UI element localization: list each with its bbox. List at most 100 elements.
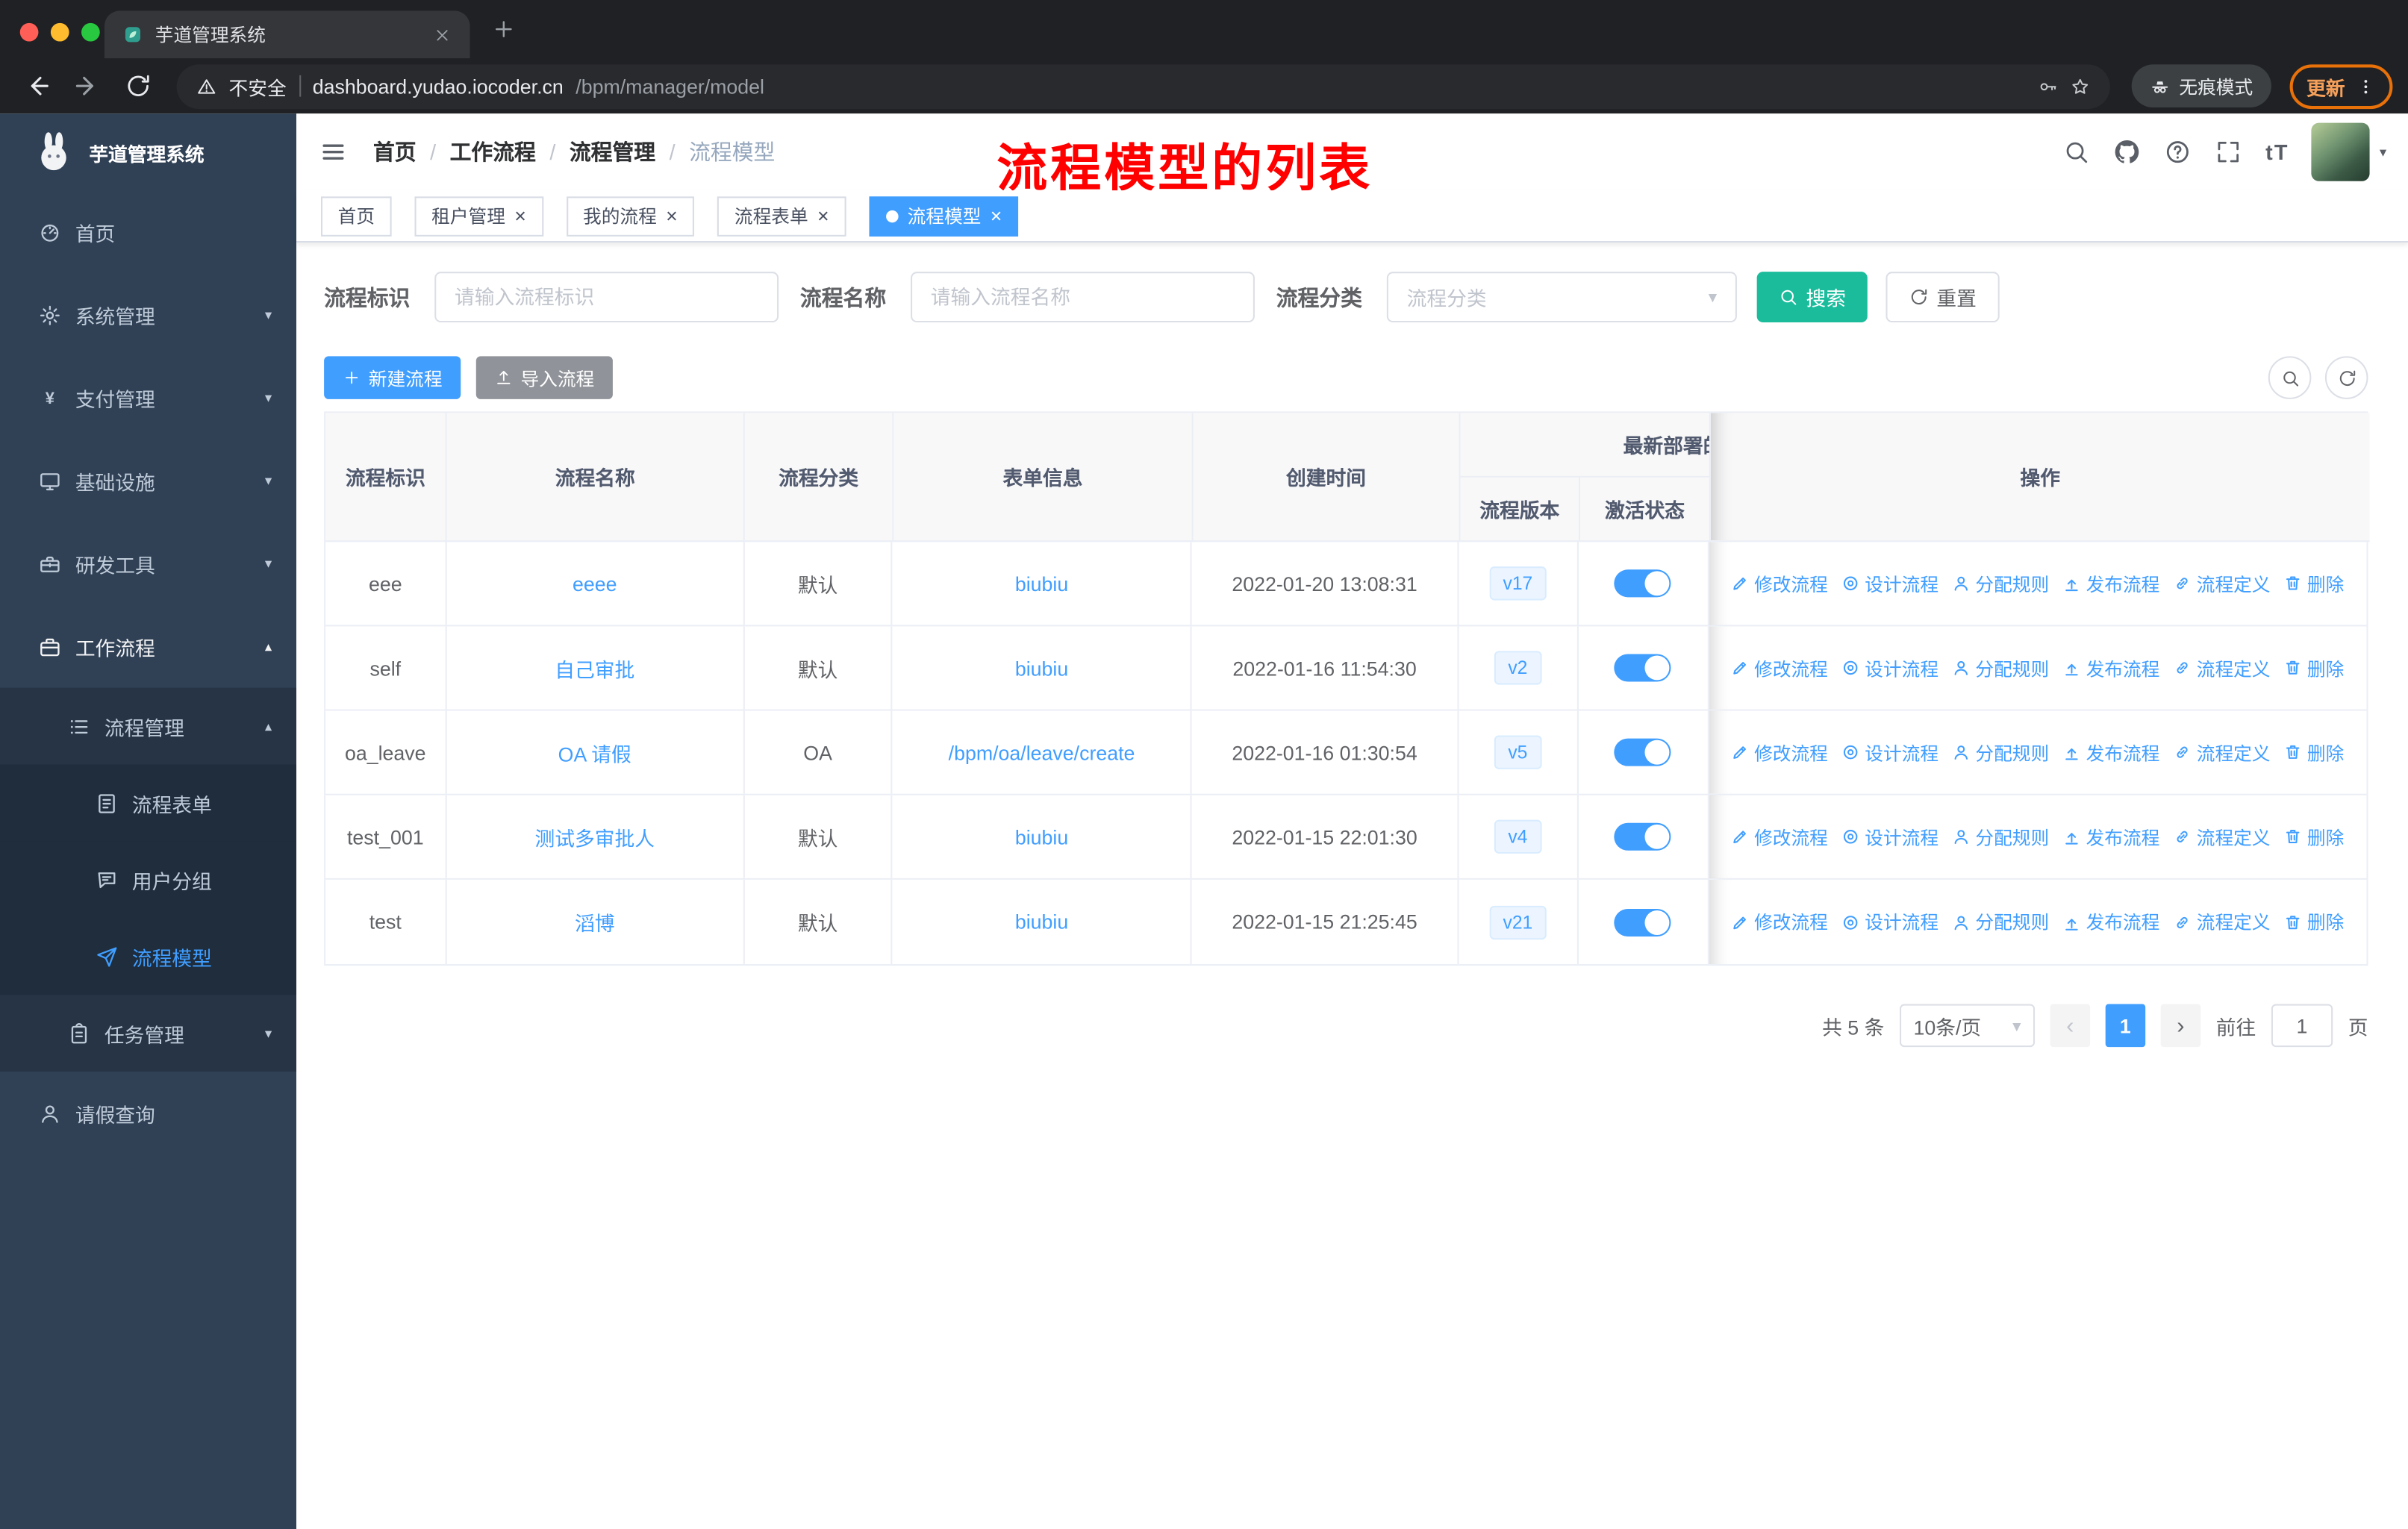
close-tab-icon[interactable] — [433, 25, 452, 44]
goto-page-input[interactable] — [2271, 1004, 2333, 1048]
active-toggle[interactable] — [1614, 822, 1671, 851]
action-process-definition[interactable]: 流程定义 — [2174, 654, 2271, 681]
process-name-link[interactable]: eeee — [573, 572, 617, 595]
new-tab-button[interactable] — [491, 17, 516, 42]
forward-icon[interactable] — [74, 72, 102, 100]
form-info-link[interactable]: biubiu — [1015, 572, 1068, 595]
process-name-link[interactable]: 滔博 — [575, 907, 615, 937]
action-delete[interactable]: 删除 — [2284, 740, 2344, 766]
action-modify-process[interactable]: 修改流程 — [1731, 740, 1828, 766]
refresh-table-button[interactable] — [2324, 356, 2368, 399]
current-page[interactable]: 1 — [2105, 1004, 2146, 1048]
active-toggle[interactable] — [1614, 654, 1671, 682]
action-assign-rule[interactable]: 分配规则 — [1953, 824, 2049, 850]
action-modify-process[interactable]: 修改流程 — [1731, 824, 1828, 850]
action-assign-rule[interactable]: 分配规则 — [1953, 570, 2049, 596]
action-modify-process[interactable]: 修改流程 — [1731, 654, 1828, 681]
action-design-process[interactable]: 设计流程 — [1841, 740, 1938, 766]
sidebar-item-infrastructure[interactable]: 基础设施 — [0, 439, 296, 522]
active-toggle[interactable] — [1614, 738, 1671, 766]
action-publish-process[interactable]: 发布流程 — [2063, 654, 2159, 681]
sidebar-item-dev-tools[interactable]: 研发工具 — [0, 522, 296, 605]
action-assign-rule[interactable]: 分配规则 — [1953, 654, 2049, 681]
tag-my-process[interactable]: 我的流程 — [566, 196, 695, 236]
action-delete[interactable]: 删除 — [2284, 654, 2344, 681]
github-icon[interactable] — [2113, 138, 2141, 166]
menu-dots-icon[interactable] — [2356, 76, 2376, 96]
tag-home[interactable]: 首页 — [320, 196, 392, 236]
action-design-process[interactable]: 设计流程 — [1841, 654, 1938, 681]
font-size-icon[interactable]: tT — [2265, 140, 2289, 164]
action-design-process[interactable]: 设计流程 — [1841, 824, 1938, 850]
action-publish-process[interactable]: 发布流程 — [2063, 824, 2159, 850]
process-name-link[interactable]: 自己审批 — [555, 653, 634, 682]
action-delete[interactable]: 删除 — [2284, 824, 2344, 850]
prev-page-button[interactable] — [2050, 1004, 2091, 1048]
address-bar[interactable]: 不安全 dashboard.yudao.iocoder.cn/bpm/manag… — [176, 63, 2110, 109]
close-icon[interactable] — [514, 206, 526, 226]
page-size-select[interactable]: 10条/页 — [1899, 1004, 2035, 1048]
process-name-link[interactable]: OA 请假 — [558, 738, 631, 767]
help-icon[interactable] — [2164, 138, 2192, 166]
category-select[interactable]: 流程分类 — [1386, 272, 1737, 323]
sidebar-item-home[interactable]: 首页 — [0, 190, 296, 273]
tag-process-model[interactable]: 流程模型 — [869, 196, 1019, 236]
sidebar-item-leave-query[interactable]: 请假查询 — [0, 1072, 296, 1154]
breadcrumb-item[interactable]: 流程管理 — [536, 137, 655, 167]
action-publish-process[interactable]: 发布流程 — [2063, 909, 2159, 935]
import-process-button[interactable]: 导入流程 — [475, 356, 613, 399]
minimize-window-button[interactable] — [50, 22, 69, 42]
action-design-process[interactable]: 设计流程 — [1841, 570, 1938, 596]
breadcrumb-item[interactable]: 工作流程 — [417, 137, 536, 167]
show-search-button[interactable] — [2268, 356, 2312, 399]
close-icon[interactable] — [817, 206, 829, 226]
action-publish-process[interactable]: 发布流程 — [2063, 740, 2159, 766]
action-process-definition[interactable]: 流程定义 — [2174, 824, 2271, 850]
key-icon[interactable] — [2038, 76, 2058, 96]
close-window-button[interactable] — [19, 22, 39, 42]
sidebar-item-workflow[interactable]: 工作流程 — [0, 605, 296, 688]
action-assign-rule[interactable]: 分配规则 — [1953, 740, 2049, 766]
back-icon[interactable] — [23, 72, 51, 100]
process-name-link[interactable]: 测试多审批人 — [534, 822, 655, 851]
process-name-input[interactable] — [911, 272, 1255, 323]
sidebar-item-task-mgmt[interactable]: 任务管理 — [0, 995, 296, 1072]
sidebar-item-process-form[interactable]: 流程表单 — [0, 764, 297, 842]
process-id-input[interactable] — [434, 272, 779, 323]
fullscreen-icon[interactable] — [2215, 138, 2242, 166]
close-icon[interactable] — [666, 206, 678, 226]
action-assign-rule[interactable]: 分配规则 — [1953, 909, 2049, 935]
action-delete[interactable]: 删除 — [2284, 909, 2344, 935]
tag-tenant-mgmt[interactable]: 租户管理 — [414, 196, 543, 236]
tag-process-form[interactable]: 流程表单 — [717, 196, 846, 236]
form-info-link[interactable]: /bpm/oa/leave/create — [949, 741, 1135, 764]
action-modify-process[interactable]: 修改流程 — [1731, 570, 1828, 596]
sidebar-item-process-model[interactable]: 流程模型 — [0, 918, 297, 995]
sidebar-item-system-mgmt[interactable]: 系统管理 — [0, 273, 296, 356]
reset-button[interactable]: 重置 — [1885, 272, 2000, 323]
browser-tab[interactable]: 芋道管理系统 — [104, 10, 470, 59]
maximize-window-button[interactable] — [81, 22, 100, 42]
reload-icon[interactable] — [125, 72, 152, 100]
active-toggle[interactable] — [1614, 569, 1671, 598]
breadcrumb-item[interactable]: 首页 — [373, 137, 417, 167]
active-toggle[interactable] — [1614, 907, 1671, 936]
form-info-link[interactable]: biubiu — [1015, 657, 1068, 680]
close-icon[interactable] — [991, 206, 1002, 226]
avatar[interactable] — [2312, 122, 2371, 181]
star-icon[interactable] — [2070, 76, 2090, 96]
action-publish-process[interactable]: 发布流程 — [2063, 570, 2159, 596]
search-button[interactable]: 搜索 — [1756, 272, 1868, 323]
create-process-button[interactable]: 新建流程 — [324, 356, 461, 399]
form-info-link[interactable]: biubiu — [1015, 825, 1068, 848]
sidebar-item-payment-mgmt[interactable]: 支付管理 — [0, 356, 296, 439]
action-process-definition[interactable]: 流程定义 — [2174, 740, 2271, 766]
sidebar-item-process-mgmt[interactable]: 流程管理 — [0, 688, 296, 765]
action-modify-process[interactable]: 修改流程 — [1731, 909, 1828, 935]
action-delete[interactable]: 删除 — [2284, 570, 2344, 596]
action-design-process[interactable]: 设计流程 — [1841, 909, 1938, 935]
search-icon[interactable] — [2063, 138, 2091, 166]
form-info-link[interactable]: biubiu — [1015, 910, 1068, 934]
update-button[interactable]: 更新 — [2289, 63, 2393, 109]
action-process-definition[interactable]: 流程定义 — [2174, 909, 2271, 935]
